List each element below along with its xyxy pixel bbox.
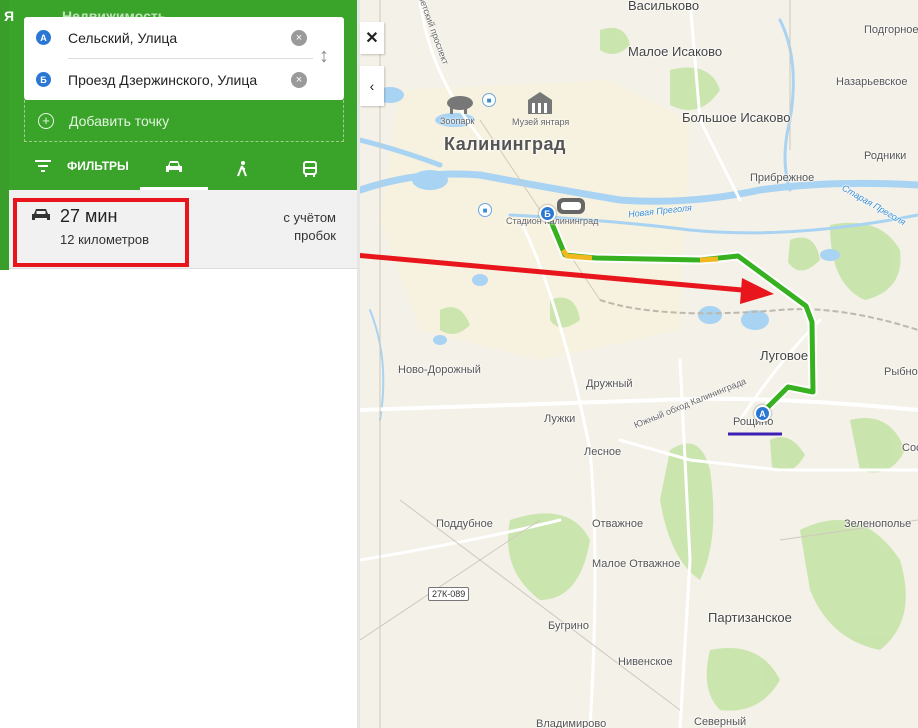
poi-label-museum: Музей янтаря [512, 117, 570, 127]
panel-border [357, 0, 360, 728]
route-from-row[interactable]: А Сельский, Улица × [24, 17, 344, 58]
place-label: Малое Исаково [628, 44, 723, 59]
place-label: Дружный [586, 378, 633, 390]
filter-icon [35, 160, 51, 172]
route-from-input[interactable]: Сельский, Улица [68, 30, 177, 46]
traffic-note-line: пробок [294, 228, 336, 243]
divider [9, 268, 360, 269]
place-label: Большое Исаково [682, 110, 791, 125]
place-label: Поддубное [436, 518, 493, 530]
traffic-note-line: с учётом [283, 210, 336, 225]
add-point-button[interactable]: + Добавить точку [24, 100, 344, 142]
bus-icon [303, 160, 317, 177]
route-to-input[interactable]: Проезд Дзержинского, Улица [68, 72, 257, 88]
route-pin-b[interactable]: Б [539, 205, 556, 222]
place-label: Нивенское [618, 656, 673, 668]
traffic-note: с учётом пробок [283, 209, 336, 245]
place-label: Владимирово [536, 718, 607, 728]
road-badge: 27К-089 [428, 587, 470, 601]
mode-transit-tab[interactable] [276, 147, 344, 190]
add-point-label: Добавить точку [69, 112, 170, 129]
place-label: Бугрино [548, 620, 589, 632]
point-b-marker: Б [36, 72, 51, 87]
filters-button[interactable]: ФИЛЬТРЫ [35, 159, 129, 173]
city-label: Калининград [444, 134, 566, 154]
place-label: Малое Отважное [592, 558, 681, 570]
place-label: Подгорное [864, 24, 918, 36]
annotation-highlight-box [13, 198, 189, 267]
place-label: Ново-Дорожный [398, 364, 481, 376]
place-label: Отважное [592, 518, 644, 530]
place-label: Прибрежное [750, 172, 815, 184]
place-label: Васильково [628, 0, 700, 13]
place-label: Рыбное [884, 366, 918, 378]
transport-mode-bar: ФИЛЬТРЫ [9, 147, 360, 190]
bus-stop-icon: ■ [482, 93, 496, 107]
filters-label: ФИЛЬТРЫ [67, 159, 129, 173]
map[interactable]: Васильково Подгорное Малое Исаково Больш… [360, 0, 918, 728]
place-label: Лесное [584, 446, 622, 458]
place-label: Назарьевское [836, 76, 908, 88]
place-label: Северный [694, 716, 747, 728]
place-label: Родники [864, 150, 907, 162]
route-form: А Сельский, Улица × Б Проезд Дзержинског… [24, 17, 344, 100]
car-icon [166, 161, 182, 172]
place-label: Луговое [760, 348, 809, 363]
route-panel: Я Недвижимость А Сельский, Улица × Б Про… [0, 0, 360, 728]
swap-points-icon[interactable]: ↕ [319, 45, 329, 68]
yandex-logo[interactable]: Я [4, 8, 14, 24]
place-label: Лужки [544, 413, 576, 425]
place-label: Зеленополье [844, 518, 912, 530]
mode-walk-tab[interactable] [208, 147, 276, 190]
route-to-row[interactable]: Б Проезд Дзержинского, Улица × [24, 59, 344, 100]
poi-label-zoo: Зоопарк [440, 116, 475, 126]
bus-stop-icon: ■ [478, 203, 492, 217]
route-pin-a[interactable]: A [754, 405, 771, 422]
place-label: Сос [902, 442, 918, 454]
close-panel-button[interactable]: ✕ [360, 22, 384, 54]
plus-icon: + [38, 112, 54, 129]
place-label: Партизанское [708, 610, 792, 625]
clear-to-icon[interactable]: × [291, 71, 307, 88]
walk-icon [237, 160, 247, 176]
mode-car-tab[interactable] [140, 147, 208, 190]
point-a-marker: А [36, 30, 51, 45]
clear-from-icon[interactable]: × [291, 29, 307, 46]
collapse-panel-button[interactable]: ‹ [360, 66, 384, 106]
panel-edge-strip [0, 0, 9, 270]
stadium-icon [557, 198, 585, 214]
